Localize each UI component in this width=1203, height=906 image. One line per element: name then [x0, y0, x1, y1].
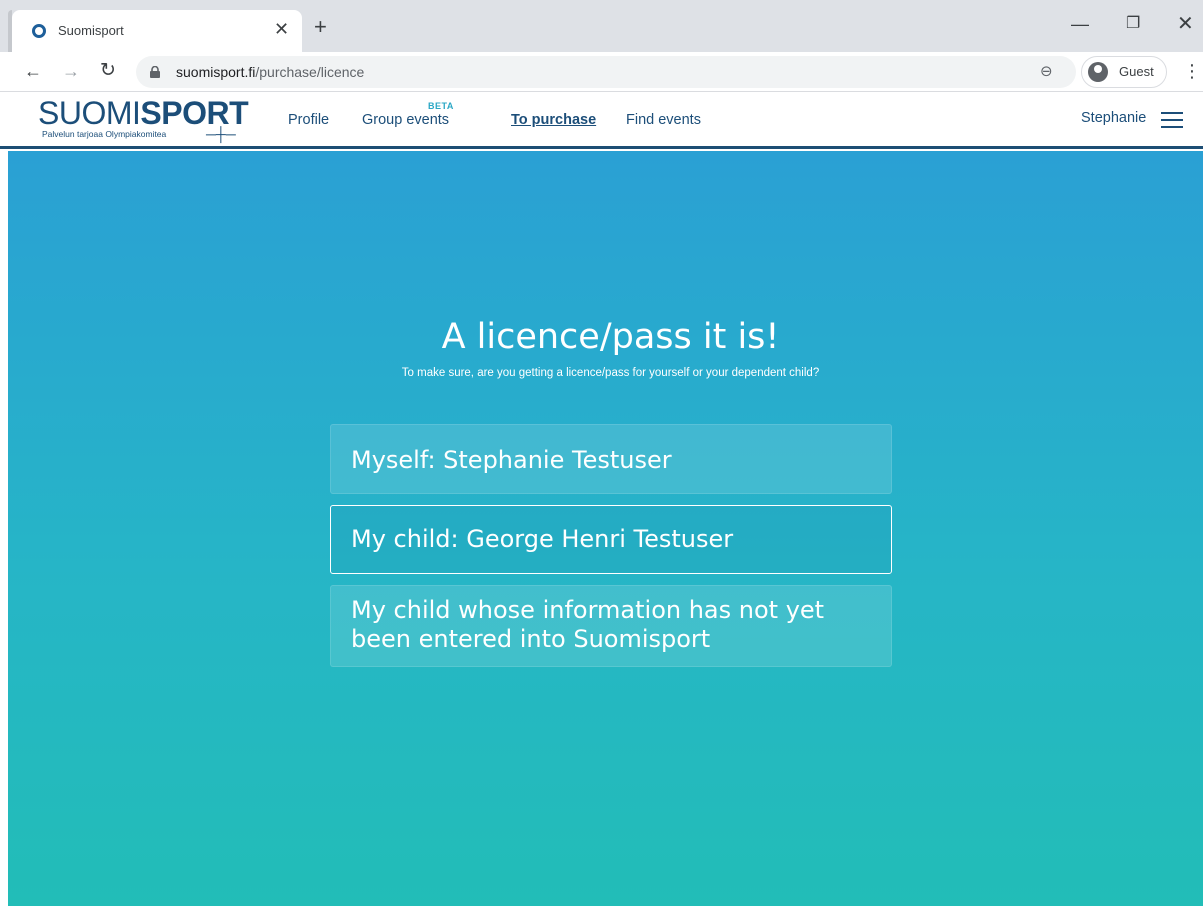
- user-name[interactable]: Stephanie: [1081, 110, 1146, 126]
- hamburger-menu-icon[interactable]: [1161, 112, 1183, 128]
- window-minimize-icon[interactable]: —: [1071, 14, 1089, 34]
- url-path: /purchase/licence: [255, 64, 365, 80]
- option-new-child-button[interactable]: My child whose information has not yet b…: [330, 585, 892, 667]
- lock-icon: [150, 66, 160, 78]
- option-new-child-line2: been entered into Suomisport: [351, 625, 711, 653]
- logo-word-light: SUOMI: [38, 95, 141, 131]
- forward-arrow-icon[interactable]: →: [62, 60, 80, 82]
- option-child-button[interactable]: My child: George Henri Testuser: [330, 505, 892, 574]
- page-title: A licence/pass it is!: [441, 317, 780, 357]
- nav-profile[interactable]: Profile: [288, 112, 329, 128]
- browser-menu-icon[interactable]: ⋮: [1183, 60, 1201, 82]
- profile-label: Guest: [1119, 64, 1154, 79]
- site-header: SUOMISPORT Palvelun tarjoaa Olympiakomit…: [0, 93, 1203, 149]
- beta-badge: BETA: [428, 101, 454, 111]
- browser-toolbar: ← → ↻ suomisport.fi/purchase/licence ⊖ G…: [0, 52, 1203, 92]
- option-myself-button[interactable]: Myself: Stephanie Testuser: [330, 424, 892, 494]
- nav-group-events[interactable]: Group events BETA: [362, 101, 453, 128]
- tab-title: Suomisport: [58, 23, 124, 38]
- hamburger-line: [1161, 126, 1183, 128]
- back-arrow-icon[interactable]: ←: [24, 60, 42, 82]
- logo-tagline: Palvelun tarjoaa Olympiakomitea: [42, 129, 167, 139]
- browser-tab[interactable]: Suomisport ✕: [12, 10, 302, 52]
- olympic-plus-icon: ─┼─: [206, 126, 236, 142]
- suomisport-favicon-icon: [32, 24, 46, 38]
- address-url: suomisport.fi/purchase/licence: [176, 64, 364, 80]
- hamburger-line: [1161, 112, 1183, 114]
- address-bar[interactable]: suomisport.fi/purchase/licence ⊖: [136, 56, 1076, 88]
- hamburger-line: [1161, 119, 1183, 121]
- window-restore-icon[interactable]: ❐: [1126, 14, 1140, 34]
- option-new-child-line1: My child whose information has not yet: [351, 596, 825, 624]
- page-subtitle: To make sure, are you getting a licence/…: [401, 367, 820, 379]
- reload-icon[interactable]: ↻: [100, 60, 116, 82]
- nav-find-events[interactable]: Find events: [626, 112, 701, 128]
- profile-button[interactable]: Guest: [1081, 56, 1167, 88]
- new-tab-plus-icon[interactable]: +: [314, 16, 327, 38]
- browser-tab-strip: Suomisport ✕ + — ❐ ✕: [0, 0, 1203, 52]
- window-close-icon[interactable]: ✕: [1177, 14, 1194, 34]
- url-host: suomisport.fi: [176, 64, 256, 80]
- suomisport-logo[interactable]: SUOMISPORT Palvelun tarjoaa Olympiakomit…: [38, 95, 258, 145]
- tab-close-icon[interactable]: ✕: [274, 19, 289, 39]
- zoom-out-icon[interactable]: ⊖: [1040, 62, 1053, 80]
- licence-hero: A licence/pass it is! To make sure, are …: [8, 151, 1203, 906]
- guest-avatar-icon: [1088, 62, 1108, 82]
- nav-to-purchase[interactable]: To purchase: [511, 112, 596, 128]
- nav-group-events-label: Group events: [362, 112, 450, 128]
